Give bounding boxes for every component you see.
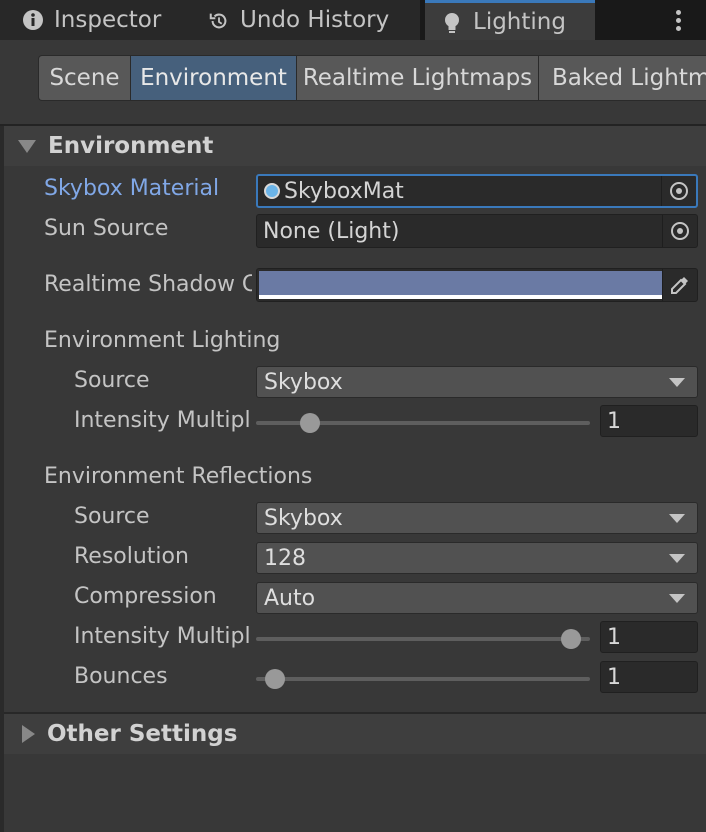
compression-dropdown[interactable]: Auto (256, 582, 698, 614)
subtab-baked-lightmaps[interactable]: Baked Lightmaps (538, 55, 706, 101)
reflection-intensity-label: Intensity Multiplier (74, 624, 250, 649)
lighting-source-dropdown[interactable]: Skybox (256, 366, 698, 398)
lighting-intensity-label: Intensity Multiplier (74, 408, 250, 433)
history-icon (208, 9, 230, 31)
dropdown-arrow-icon (669, 377, 685, 387)
lightbulb-icon (441, 11, 463, 33)
bounces-slider[interactable] (256, 664, 590, 694)
tab-lighting[interactable]: Lighting (425, 0, 595, 40)
reflection-intensity-input[interactable]: 1 (600, 621, 698, 653)
dropdown-arrow-icon (669, 513, 685, 523)
lighting-intensity-input[interactable]: 1 (600, 405, 698, 437)
reflection-intensity-slider[interactable] (256, 624, 590, 654)
lighting-source-label: Source (74, 368, 150, 393)
alpha-bar (259, 295, 663, 299)
reflection-source-label: Source (74, 504, 150, 529)
tab-label: Lighting (473, 8, 566, 35)
material-icon (264, 183, 280, 199)
tab-undo-history[interactable]: Undo History (192, 0, 420, 40)
subtab-environment[interactable]: Environment (130, 55, 296, 101)
color-swatch[interactable] (259, 271, 663, 295)
window-tab-bar: Inspector Undo History Lighting (0, 0, 706, 40)
foldout-expanded-icon (18, 139, 36, 153)
resolution-label: Resolution (74, 544, 189, 569)
realtime-shadow-color-field[interactable] (256, 268, 698, 302)
environment-reflections-header: Environment Reflections (44, 464, 313, 489)
object-picker-icon[interactable] (661, 176, 696, 206)
lighting-intensity-slider[interactable] (256, 408, 590, 438)
foldout-title: Other Settings (47, 721, 238, 747)
reflection-source-dropdown[interactable]: Skybox (256, 502, 698, 534)
dropdown-arrow-icon (669, 553, 685, 563)
compression-label: Compression (74, 584, 217, 609)
dropdown-arrow-icon (669, 593, 685, 603)
realtime-shadow-color-label: Realtime Shadow Color (44, 272, 252, 297)
foldout-collapsed-icon (22, 725, 35, 743)
more-options-icon[interactable] (668, 8, 688, 34)
slider-thumb[interactable] (265, 669, 286, 689)
dropdown-value: Skybox (264, 505, 343, 531)
info-icon (22, 9, 44, 31)
object-picker-icon[interactable] (662, 215, 697, 247)
skybox-material-field[interactable]: SkyboxMat (256, 174, 698, 208)
slider-track (256, 677, 590, 681)
eyedropper-icon[interactable] (662, 269, 697, 301)
subtab-scene[interactable]: Scene (38, 55, 130, 101)
tab-label: Undo History (240, 7, 390, 33)
sub-tab-group: Scene Environment Realtime Lightmaps Bak… (38, 55, 706, 101)
slider-track (256, 637, 590, 641)
slider-thumb[interactable] (299, 413, 320, 433)
subtab-realtime-lightmaps[interactable]: Realtime Lightmaps (296, 55, 538, 101)
sun-source-value: None (Light) (263, 218, 400, 244)
bounces-input[interactable]: 1 (600, 661, 698, 693)
other-settings-foldout-header[interactable]: Other Settings (4, 714, 706, 754)
sun-source-field[interactable]: None (Light) (256, 214, 698, 248)
dropdown-value: Auto (264, 585, 316, 611)
bounces-label: Bounces (74, 664, 168, 689)
empty-panel-area (4, 754, 706, 832)
slider-thumb[interactable] (560, 629, 581, 649)
tab-label: Inspector (54, 7, 162, 33)
environment-foldout-header[interactable]: Environment (4, 126, 706, 166)
dropdown-value: Skybox (264, 369, 343, 395)
tab-inspector[interactable]: Inspector (0, 0, 192, 40)
skybox-material-value: SkyboxMat (284, 178, 404, 204)
lighting-toolbar: Scene Environment Realtime Lightmaps Bak… (0, 40, 706, 124)
skybox-material-label: Skybox Material (44, 176, 220, 201)
foldout-title: Environment (48, 133, 214, 159)
environment-lighting-header: Environment Lighting (44, 328, 281, 353)
resolution-dropdown[interactable]: 128 (256, 542, 698, 574)
sun-source-label: Sun Source (44, 216, 169, 241)
dropdown-value: 128 (264, 545, 306, 571)
